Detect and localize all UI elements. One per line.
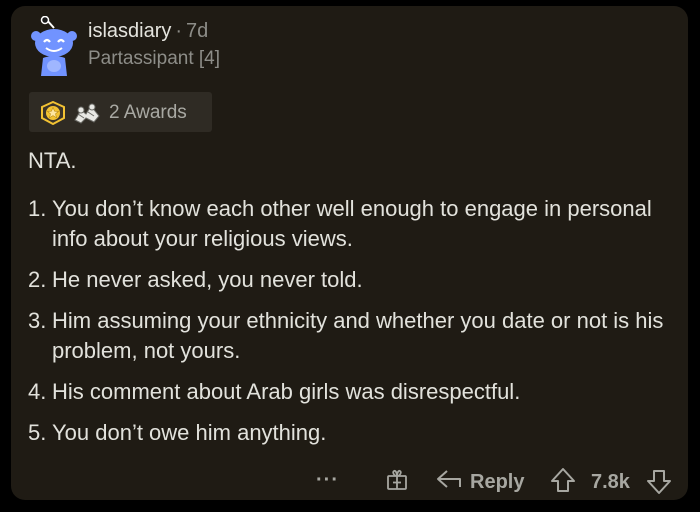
awards-count: 2 Awards <box>109 102 187 123</box>
downvote-arrow-icon <box>645 468 673 502</box>
give-award-button[interactable] <box>385 468 409 498</box>
reply-arrow-icon <box>436 468 462 496</box>
list-item: 1. You don’t know each other well enough … <box>28 194 678 254</box>
list-number: 2. <box>28 267 47 292</box>
comment-age: 7d <box>186 20 209 42</box>
list-text: You don’t know each other well enough to… <box>52 196 652 251</box>
header-separator: · <box>175 20 183 42</box>
list-number: 1. <box>28 196 47 221</box>
username-link[interactable]: islasdiary <box>88 20 171 42</box>
upvote-button[interactable] <box>549 466 577 500</box>
reply-label: Reply <box>470 470 525 493</box>
comment-list: 1. You don’t know each other well enough … <box>28 194 678 448</box>
more-options-button[interactable]: ··· <box>316 469 339 492</box>
comment-card: islasdiary · 7d Partassipant [4] 2 Awards … <box>11 6 688 500</box>
list-item: 4. His comment about Arab girls was disre… <box>28 377 678 407</box>
list-number: 5. <box>28 420 47 445</box>
list-text: Him assuming your ethnicity and whether … <box>52 308 664 363</box>
user-flair: Partassipant [4] <box>88 48 221 69</box>
reply-button[interactable]: Reply <box>436 468 524 496</box>
comment-body: NTA. 1. You don’t know each other well en… <box>28 146 678 459</box>
vote-score: 7.8k <box>591 471 630 493</box>
list-number: 4. <box>28 379 47 404</box>
list-item: 5. You don’t owe him anything. <box>28 418 678 448</box>
comment-actions: ··· Reply 7.8k <box>11 462 688 498</box>
list-item: 3. Him assuming your ethnicity and whethe… <box>28 306 678 366</box>
upvote-arrow-icon <box>549 466 577 500</box>
wholesome-seal-award-icon <box>72 100 102 131</box>
snoo-avatar-icon[interactable] <box>29 15 79 78</box>
list-text: His comment about Arab girls was disresp… <box>52 379 521 404</box>
gold-award-icon <box>40 100 66 130</box>
list-item: 2. He never asked, you never told. <box>28 265 678 295</box>
downvote-button[interactable] <box>645 468 673 502</box>
list-number: 3. <box>28 308 47 333</box>
comment-header: islasdiary · 7d <box>88 20 208 43</box>
gift-icon <box>385 468 409 498</box>
list-text: You don’t owe him anything. <box>52 420 327 445</box>
more-options-icon: ··· <box>316 469 339 491</box>
comment-verdict: NTA. <box>28 148 77 173</box>
list-text: He never asked, you never told. <box>52 267 363 292</box>
awards-bar[interactable]: 2 Awards <box>29 92 212 132</box>
